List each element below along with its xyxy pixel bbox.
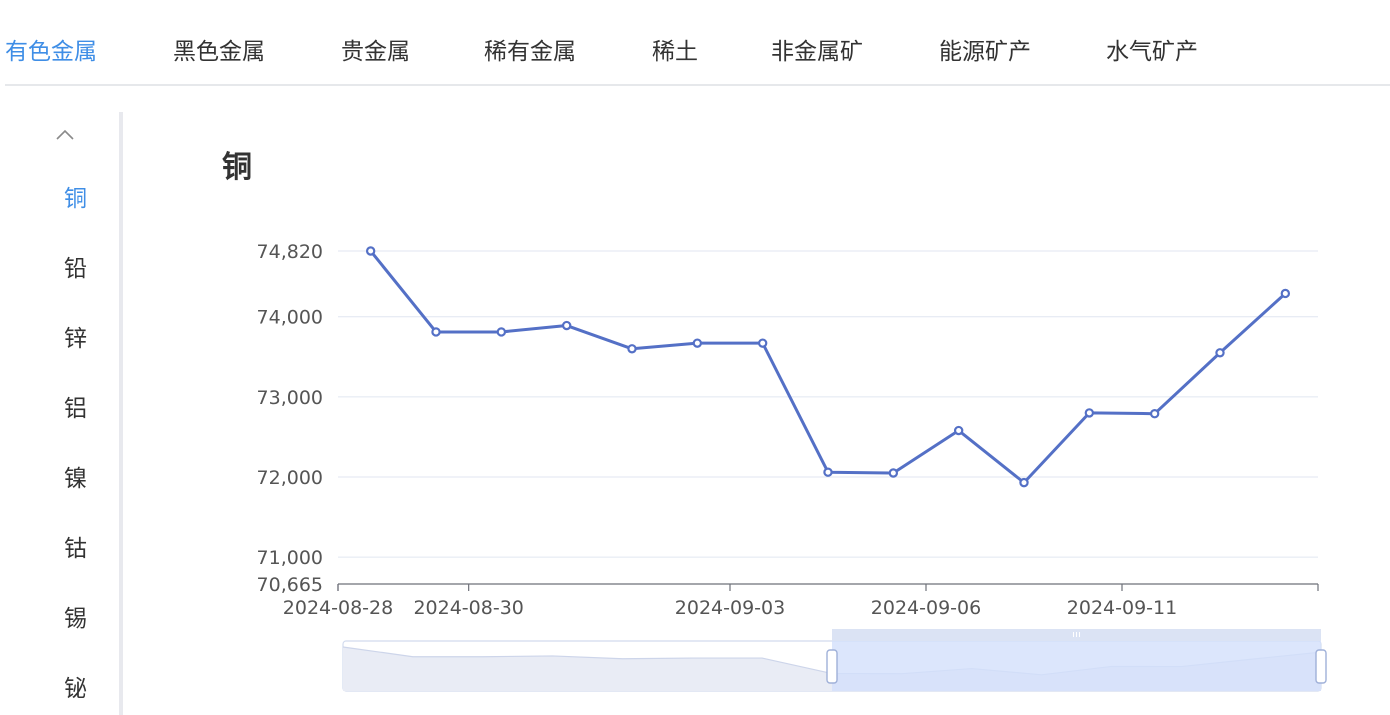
data-point [365,246,376,256]
y-tick-label: 70,665 [257,574,323,596]
data-point [823,467,833,477]
zoom-selected-range [832,641,1321,691]
y-tick-label: 74,000 [257,307,323,329]
data-point [496,327,507,337]
x-tick-label: 2024-08-28 [283,597,393,619]
zoom-start-handle[interactable] [826,649,838,684]
y-tick-label: 73,000 [257,387,323,409]
data-point [1019,477,1029,488]
x-tick-label: 2024-09-11 [1067,597,1177,619]
data-point [953,425,964,436]
y-tick-label: 71,000 [257,547,323,569]
x-tick-label: 2024-09-03 [675,597,785,619]
data-point [431,327,441,337]
y-tick-label: 74,820 [257,241,323,263]
x-tick-label: 2024-08-30 [413,597,523,619]
data-point [757,338,768,348]
data-point [561,320,572,331]
x-tick-label: 2024-09-06 [871,597,981,619]
data-point [1084,408,1095,418]
y-tick-label: 72,000 [257,467,323,489]
copper-price-chart: 70,665 71,000 72,000 73,000 74,000 74,820 2024… [257,241,1327,692]
data-point [627,344,637,354]
zoom-end-handle[interactable] [1315,649,1327,684]
series-line [369,250,1287,485]
data-point [1280,288,1291,299]
data-point [692,338,703,348]
data-point [888,468,899,478]
data-point [1149,408,1160,419]
data-point [1215,348,1225,358]
